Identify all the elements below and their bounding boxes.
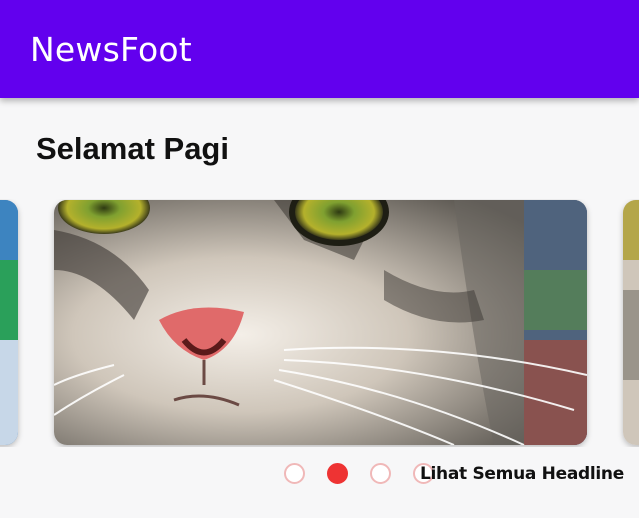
greeting-heading: Selamat Pagi [36, 131, 229, 166]
headline-image [54, 200, 587, 445]
carousel-dot-1[interactable] [284, 463, 305, 484]
headline-image [623, 200, 639, 445]
app-title: NewsFoot [30, 30, 192, 69]
headline-card-next[interactable] [623, 200, 639, 445]
headline-card-active[interactable] [54, 200, 587, 445]
see-all-headlines-link[interactable]: Lihat Semua Headline [420, 464, 624, 484]
carousel-dot-2[interactable] [327, 463, 348, 484]
app-bar: NewsFoot [0, 0, 639, 98]
headline-card-previous[interactable] [0, 200, 18, 445]
headline-carousel[interactable] [0, 199, 639, 447]
carousel-dot-3[interactable] [370, 463, 391, 484]
headline-image [0, 200, 18, 445]
